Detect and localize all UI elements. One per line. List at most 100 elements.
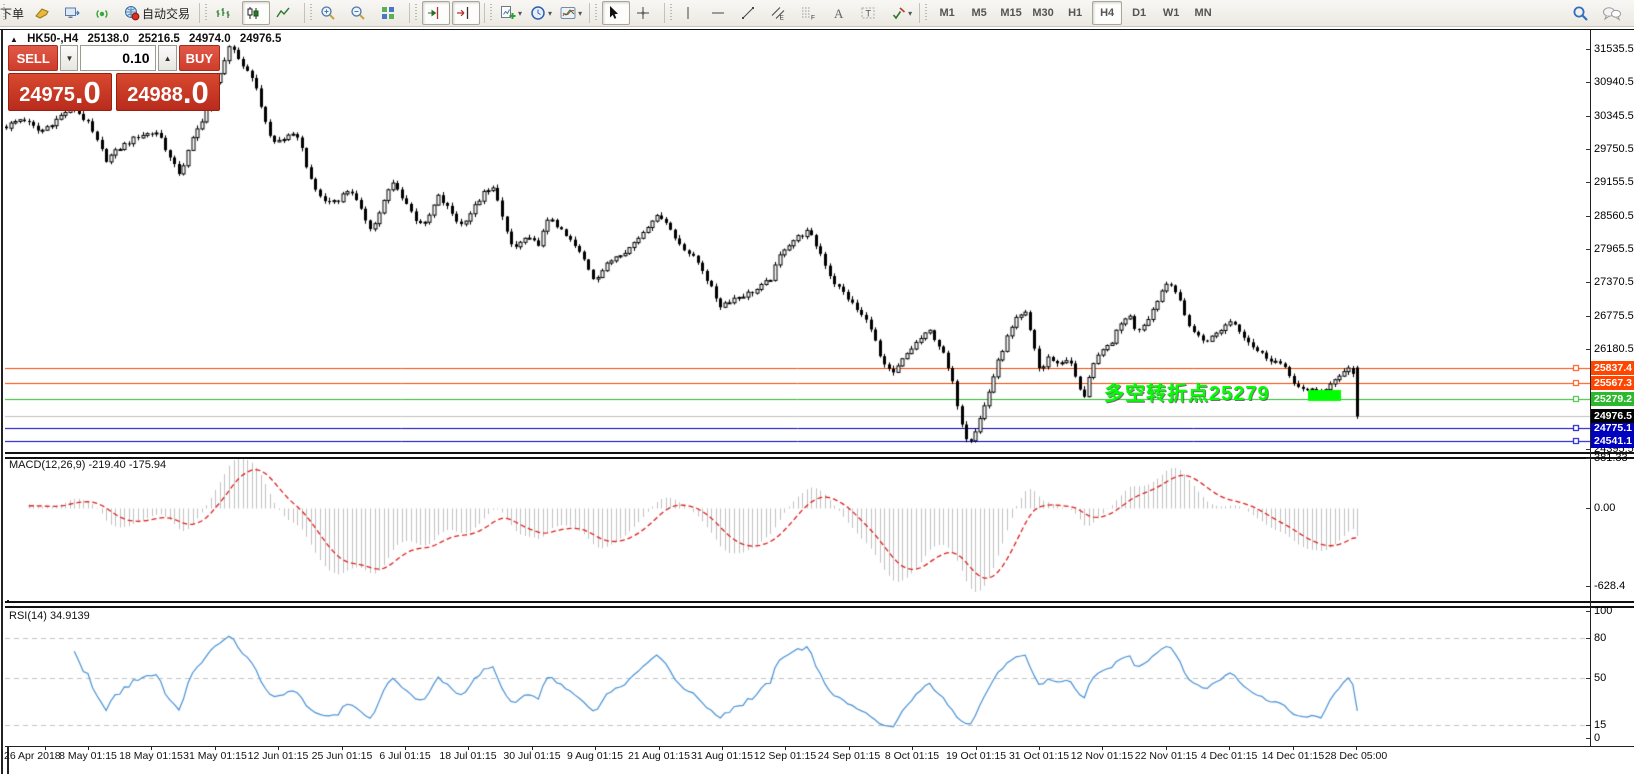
volume-decrease-button[interactable]: ▼ [60,45,78,71]
rsi-axis-label: 100 [1594,605,1612,618]
time-axis-tick [342,746,343,750]
timeframe-m1-button-label: M1 [939,7,954,19]
vertical-line-button[interactable] [677,1,705,25]
volume-input[interactable] [80,45,156,71]
bar-chart-button[interactable] [212,1,240,25]
cursor-button[interactable] [602,1,630,25]
chart-shift-button[interactable] [422,1,450,25]
new-chart-button[interactable]: ▾ [497,1,525,25]
timeframe-d1-button[interactable]: D1 [1124,1,1154,25]
collapse-triangle-icon[interactable]: ▲ [10,35,18,44]
toolbar-group [412,0,481,26]
toolbar-separator [484,3,485,23]
main-price-chart[interactable] [5,30,1590,452]
level-price-label: 24541.1 [1591,434,1634,448]
close-value: 24976.5 [240,33,282,45]
toolbar-group [307,0,406,26]
timeframe-m5-button[interactable]: M5 [964,1,994,25]
axis-tick [1586,182,1590,183]
time-axis-tick [1229,746,1230,750]
price-axis-label: 27370.5 [1594,276,1634,289]
chat-button[interactable] [1599,1,1627,25]
timeframe-h4-button[interactable]: H4 [1092,1,1122,25]
new-order-button[interactable]: 下单 [0,1,29,25]
fibo-icon: F [800,5,816,21]
monitor-icon [64,5,80,21]
search-button[interactable] [1569,1,1597,25]
publisher-button[interactable] [61,1,89,25]
dropdown-arrow-icon[interactable]: ▾ [518,9,522,18]
horizontal-line-button[interactable] [707,1,735,25]
channel-icon: E [770,5,786,21]
time-axis-label: 6 Jul 01:15 [379,750,430,762]
periods-button[interactable]: ▾ [527,1,555,25]
linechart-icon [275,5,291,21]
buy-price-display[interactable]: 24988 .0 [116,73,220,111]
signals-button[interactable] [91,1,119,25]
time-axis-label: 22 Nov 01:15 [1135,750,1197,762]
arrows-icon [890,5,906,21]
text-label-button[interactable]: T [857,1,885,25]
pane-divider-main-macd[interactable] [5,452,1634,459]
level-price-label: 25279.2 [1591,392,1634,406]
rsi-indicator-pane[interactable] [5,606,1590,746]
pivot-annotation-text[interactable]: 多空转折点25279 [1104,377,1270,406]
price-axis-label: 30940.5 [1594,76,1634,89]
time-axis-tick [976,746,977,750]
indicators-button[interactable]: ▾ [557,1,585,25]
timeframe-h1-button[interactable]: H1 [1060,1,1090,25]
trendline-button[interactable] [737,1,765,25]
macd-indicator-pane[interactable] [5,458,1590,600]
rsi-axis-label: 0 [1594,732,1600,745]
line-chart-button[interactable] [272,1,300,25]
price-axis-label: 26775.5 [1594,310,1634,323]
toolbar-separator [664,3,665,23]
price-axis-label: 29750.5 [1594,143,1634,156]
dropdown-arrow-icon[interactable]: ▾ [908,9,912,18]
timeframe-d1-button-label: D1 [1132,7,1146,19]
buy-price-main: 24988 [127,82,183,108]
dropdown-arrow-icon[interactable]: ▾ [548,9,552,18]
timeframe-m30-button[interactable]: M30 [1028,1,1058,25]
text-button[interactable]: A [827,1,855,25]
sell-price-display[interactable]: 24975 .0 [8,73,112,111]
fibonacci-button[interactable]: F [797,1,825,25]
time-axis-tick [405,746,406,750]
zoomin-icon [320,5,336,21]
timeframe-m1-button[interactable]: M1 [932,1,962,25]
sell-button[interactable]: SELL [8,45,58,71]
toolbar-grip [669,4,674,22]
price-axis-label: 30345.5 [1594,110,1634,123]
equidistant-channel-button[interactable]: E [767,1,795,25]
autotrading-button[interactable]: 自动交易 [121,1,195,25]
dropdown-arrow-icon[interactable]: ▾ [578,9,582,18]
auto-scroll-button[interactable] [452,1,480,25]
crosshair-button[interactable] [632,1,660,25]
time-axis-tick [1102,746,1103,750]
buy-button[interactable]: BUY [179,45,220,71]
arrows-button[interactable]: ▾ [887,1,915,25]
pane-divider-macd-rsi[interactable] [5,601,1634,608]
history-center-button[interactable] [31,1,59,25]
trendline-icon [740,5,756,21]
zoom-in-button[interactable] [317,1,345,25]
bars-icon [215,5,231,21]
mt4-trading-app: { "toolbar": { "groups": [ {"items": [ {… [0,0,1634,774]
axis-tick [1586,82,1590,83]
candles-icon [245,5,261,21]
timeframe-mn-button[interactable]: MN [1188,1,1218,25]
time-axis-label: 18 Jul 01:15 [439,750,496,762]
high-value: 25216.5 [138,33,180,45]
timeframe-w1-button[interactable]: W1 [1156,1,1186,25]
svg-text:E: E [780,15,785,22]
zoom-out-button[interactable] [347,1,375,25]
candlestick-chart-button[interactable] [242,1,270,25]
toolbar-group: M1 M5M15M30H1H4 D1 W1MN [922,0,1219,26]
time-axis-line [5,746,1634,747]
level-price-label: 24775.1 [1591,421,1634,435]
rsi-label: RSI(14) 34.9139 [9,610,90,622]
timeframe-m15-button[interactable]: M15 [996,1,1026,25]
volume-increase-button[interactable]: ▲ [158,45,176,71]
tile-windows-button[interactable] [377,1,405,25]
autotrading-button-label: 自动交易 [142,5,190,22]
